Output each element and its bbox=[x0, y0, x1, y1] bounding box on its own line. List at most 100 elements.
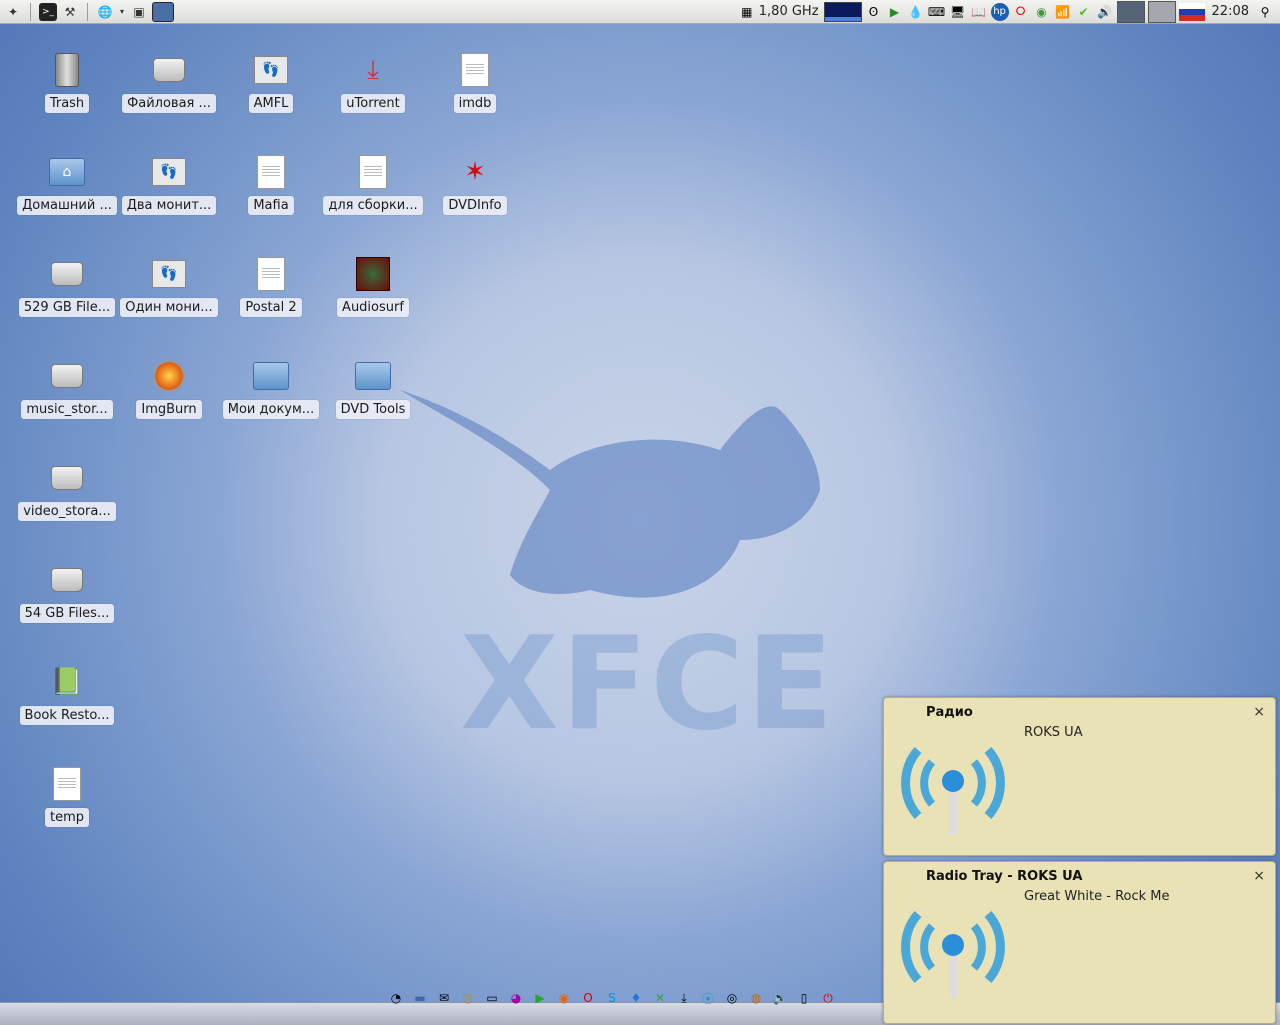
check-icon[interactable]: ✔ bbox=[1075, 3, 1093, 21]
desktop-icon-imgburn[interactable]: ImgBurn bbox=[119, 358, 219, 419]
icon-label: Домашний ... bbox=[17, 196, 117, 215]
gnome-foot-icon: 👣 bbox=[253, 52, 289, 88]
notification-radio-tray[interactable]: Radio Tray - ROKS UA Great White - Rock … bbox=[883, 861, 1276, 1024]
icon-label: Один мони... bbox=[120, 298, 218, 317]
update-icon[interactable]: ◉ bbox=[1033, 3, 1051, 21]
opera-icon[interactable]: ⭘ bbox=[1012, 3, 1030, 21]
desktop-icon-utorrent[interactable]: ⤓ uTorrent bbox=[323, 52, 423, 113]
desktop-icon-filesystem[interactable]: Файловая ... bbox=[119, 52, 219, 113]
play-icon[interactable]: ▶ bbox=[886, 3, 904, 21]
screenshot-icon[interactable]: ▣ bbox=[130, 3, 148, 21]
trash-icon[interactable]: ▯ bbox=[794, 988, 814, 1008]
drop-icon[interactable]: 💧 bbox=[907, 3, 925, 21]
notification-radio[interactable]: Радио ROKS UA × bbox=[883, 697, 1276, 856]
network-icon[interactable]: ʘ bbox=[865, 3, 883, 21]
desktop-icon-home[interactable]: ⌂ Домашний ... bbox=[17, 154, 117, 215]
dvdinfo-icon: ✶ bbox=[464, 157, 486, 187]
workspace-2[interactable] bbox=[1147, 0, 1176, 23]
panel-tray: ▦ 1,80 GHz ʘ ▶ 💧 ⌨ 🖥 📖 hp ⭘ ◉ 📶 ✔ 🔊 22:0… bbox=[738, 0, 1280, 23]
close-icon[interactable]: × bbox=[1253, 704, 1265, 720]
terminal-icon[interactable]: >_ bbox=[39, 2, 57, 21]
pidgin-icon[interactable]: ◕ bbox=[506, 988, 526, 1008]
icon-label: 54 GB Files... bbox=[19, 604, 115, 623]
desktop-icon[interactable] bbox=[152, 1, 174, 22]
icon-label: Mafia bbox=[248, 196, 294, 215]
chrome-icon[interactable]: ◍ bbox=[746, 988, 766, 1008]
radio-tray-icon bbox=[901, 747, 1005, 835]
drive-icon bbox=[49, 562, 85, 598]
desktop-icon-imdb[interactable]: imdb bbox=[425, 52, 525, 113]
trash-icon bbox=[49, 52, 85, 88]
media-icon[interactable]: ▶ bbox=[530, 988, 550, 1008]
font-document-icon bbox=[253, 154, 289, 190]
power-icon[interactable]: ⏻ bbox=[818, 988, 838, 1008]
torrent-icon[interactable]: ⤓ bbox=[674, 988, 694, 1008]
desktop-icon-video-storage[interactable]: video_stora... bbox=[17, 460, 117, 521]
drive-icon bbox=[49, 256, 85, 292]
desktop-icon-amfl[interactable]: 👣 AMFL bbox=[221, 52, 321, 113]
desktop-icon-trash[interactable]: Trash bbox=[17, 52, 117, 113]
desktop-icon-one-monitor[interactable]: 👣 Один мони... bbox=[119, 256, 219, 317]
clock[interactable]: 22:08 bbox=[1212, 4, 1249, 19]
desktop-icon-book-restorer[interactable]: 📗 Book Resto... bbox=[17, 664, 117, 725]
icon-label: video_stora... bbox=[18, 502, 116, 521]
icon-label: Файловая ... bbox=[122, 94, 216, 113]
notification-title: Радио bbox=[926, 705, 973, 720]
volume-icon[interactable]: 🔊 bbox=[1096, 3, 1114, 21]
browser-icon[interactable]: 🌐 bbox=[96, 3, 114, 21]
desktop-icon-two-monitors[interactable]: 👣 Два монит... bbox=[119, 154, 219, 215]
drive-icon bbox=[49, 460, 85, 496]
hp-icon[interactable]: hp bbox=[990, 2, 1009, 21]
folder-link-icon bbox=[253, 358, 289, 394]
panel-launchers: ✦ >_ ⚒ 🌐 ▾ ▣ bbox=[0, 1, 174, 22]
icon-label: uTorrent bbox=[341, 94, 405, 113]
skype-icon[interactable]: S bbox=[602, 988, 622, 1008]
timer-icon[interactable]: ◷ bbox=[458, 988, 478, 1008]
desktop-icon-dvd-tools[interactable]: DVD Tools bbox=[323, 358, 423, 419]
desktop-icon-54gb[interactable]: 54 GB Files... bbox=[17, 562, 117, 623]
keyboard-icon[interactable]: ⌨ bbox=[928, 3, 946, 21]
icon-label: Book Resto... bbox=[19, 706, 115, 725]
user-icon[interactable]: ⚲ bbox=[1256, 3, 1274, 21]
opera-icon[interactable]: O bbox=[578, 988, 598, 1008]
disk-icon[interactable]: ◎ bbox=[722, 988, 742, 1008]
xfce-mouse-logo bbox=[400, 390, 820, 598]
desktop-icon-temp[interactable]: temp bbox=[17, 766, 117, 827]
panel-separator bbox=[87, 2, 88, 21]
settings-icon[interactable]: ⚒ bbox=[61, 3, 79, 21]
volume-icon[interactable]: 🔈 bbox=[770, 988, 790, 1008]
xfce-menu-icon[interactable]: ✦ bbox=[4, 3, 22, 21]
clock-icon[interactable]: ◔ bbox=[386, 988, 406, 1008]
icon-label: для сборки... bbox=[323, 196, 423, 215]
book-icon[interactable]: 📖 bbox=[970, 3, 988, 21]
cpu-graph[interactable] bbox=[823, 1, 862, 22]
icon-label: ImgBurn bbox=[136, 400, 202, 419]
cpu-frequency: 1,80 GHz bbox=[758, 4, 819, 19]
desktop-icon-audiosurf[interactable]: Audiosurf bbox=[323, 256, 423, 317]
radio-tray-icon bbox=[901, 911, 1005, 999]
desktop-icon-music-storage[interactable]: music_stor... bbox=[17, 358, 117, 419]
folder-icon[interactable]: ▬ bbox=[410, 988, 430, 1008]
panel-separator bbox=[30, 2, 31, 21]
mail-icon[interactable]: ✉ bbox=[434, 988, 454, 1008]
desktop-icon-mafia[interactable]: Mafia bbox=[221, 154, 321, 215]
radio-icon[interactable]: ⦿ bbox=[698, 988, 718, 1008]
desktop-icon-dvdinfo[interactable]: ✶ DVDInfo bbox=[425, 154, 525, 215]
drop-icon[interactable]: ♦ bbox=[626, 988, 646, 1008]
screen-icon[interactable]: ▭ bbox=[482, 988, 502, 1008]
desktop-icon-postal2[interactable]: Postal 2 bbox=[221, 256, 321, 317]
desktop-icon-529gb[interactable]: 529 GB File... bbox=[17, 256, 117, 317]
document-icon bbox=[355, 154, 391, 190]
close-icon[interactable]: × bbox=[1253, 868, 1265, 884]
icon-label: AMFL bbox=[248, 94, 294, 113]
tools-icon[interactable]: ✕ bbox=[650, 988, 670, 1008]
workspace-1[interactable] bbox=[1116, 0, 1145, 23]
firefox-icon[interactable]: ◉ bbox=[554, 988, 574, 1008]
desktop-icon-build[interactable]: для сборки... bbox=[323, 154, 423, 215]
chevron-down-icon[interactable]: ▾ bbox=[118, 3, 126, 21]
desktop-icon-my-documents[interactable]: Мои докум... bbox=[221, 358, 321, 419]
russian-flag-icon[interactable] bbox=[1178, 2, 1205, 21]
document-icon bbox=[49, 766, 85, 802]
wifi-icon[interactable]: 📶 bbox=[1054, 3, 1072, 21]
display-icon[interactable]: 🖥 bbox=[949, 3, 967, 21]
